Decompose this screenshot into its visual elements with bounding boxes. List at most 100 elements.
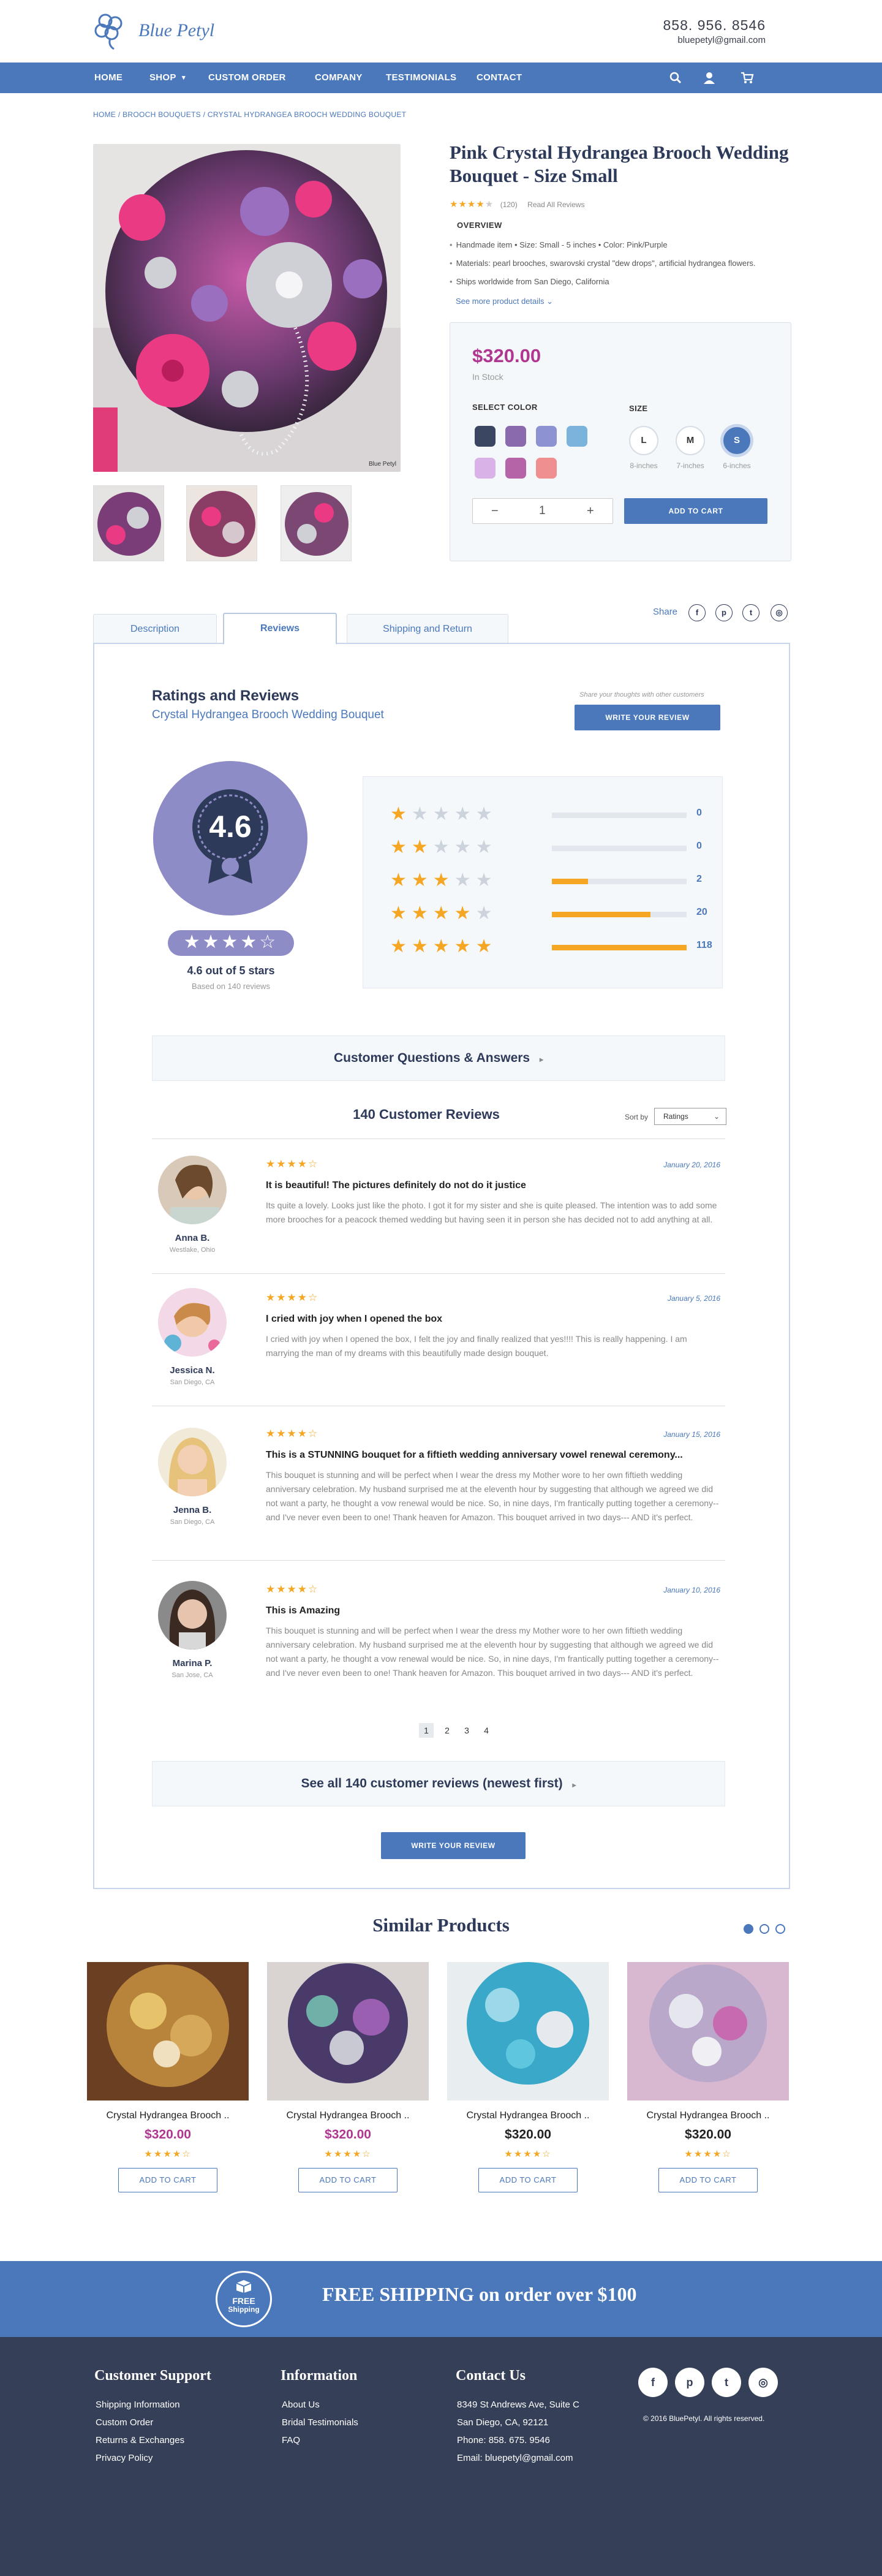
instagram-share-icon[interactable]: ◎ (771, 604, 788, 621)
facebook-share-icon[interactable]: f (688, 604, 706, 621)
reviewer-name: Jenna B. (173, 1505, 212, 1515)
product-title: Pink Crystal Hydrangea Brooch Wedding Bo… (450, 142, 789, 186)
pinterest-share-icon[interactable]: p (715, 604, 733, 621)
instagram-icon[interactable]: ◎ (748, 2368, 778, 2397)
qty-value[interactable]: 1 (539, 499, 546, 523)
sort-select[interactable]: Ratings ⌄ (654, 1108, 726, 1125)
footer-link[interactable]: Returns & Exchanges (96, 2435, 184, 2445)
product-price: $320.00 (472, 345, 541, 366)
twitter-icon[interactable]: t (712, 2368, 741, 2397)
badge-top-text: FREE (232, 2296, 255, 2306)
similar-product-card[interactable]: Crystal Hydrangea Brooch .. $320.00 ★★★★… (87, 1962, 249, 2192)
similar-add-to-cart-button[interactable]: ADD TO CART (298, 2168, 398, 2192)
size-option-l[interactable]: L (629, 426, 658, 455)
header-phone[interactable]: 858. 956. 8546 (663, 17, 766, 34)
qty-minus-button[interactable]: − (491, 499, 499, 523)
size-option-s[interactable]: S (722, 426, 752, 455)
page-2[interactable]: 2 (440, 1723, 454, 1738)
breadcrumb[interactable]: HOME / BROOCH BOUQUETS / CRYSTAL HYDRANG… (93, 110, 406, 119)
footer-link[interactable]: Bridal Testimonials (282, 2417, 358, 2428)
product-thumb-3[interactable] (281, 485, 352, 561)
product-thumb-1[interactable] (93, 485, 164, 561)
size-caption: 6-inches (723, 461, 751, 470)
tab-reviews[interactable]: Reviews (223, 613, 337, 645)
size-option-m[interactable]: M (676, 426, 705, 455)
carousel-dot[interactable] (760, 1924, 769, 1934)
color-swatch[interactable] (505, 458, 526, 479)
read-all-reviews-link[interactable]: Read All Reviews (527, 200, 584, 209)
similar-product-image[interactable] (267, 1962, 429, 2101)
color-swatch[interactable] (475, 458, 496, 479)
similar-product-card[interactable]: Crystal Hydrangea Brooch .. $320.00 ★★★★… (627, 1962, 789, 2192)
similar-add-to-cart-button[interactable]: ADD TO CART (658, 2168, 758, 2192)
add-to-cart-button[interactable]: ADD TO CART (624, 498, 767, 524)
search-icon[interactable] (668, 70, 683, 85)
distribution-row[interactable]: ★★★★★ 0 (390, 838, 702, 857)
carousel-dot[interactable] (744, 1924, 753, 1934)
color-swatch[interactable] (536, 458, 557, 479)
similar-product-name[interactable]: Crystal Hydrangea Brooch .. (267, 2110, 429, 2121)
similar-add-to-cart-button[interactable]: ADD TO CART (478, 2168, 578, 2192)
similar-product-price: $320.00 (505, 2127, 551, 2142)
similar-product-name[interactable]: Crystal Hydrangea Brooch .. (447, 2110, 609, 2121)
avatar (158, 1581, 227, 1650)
tab-description[interactable]: Description (93, 614, 217, 643)
distribution-row[interactable]: ★★★★★ 118 (390, 938, 712, 956)
qty-plus-button[interactable]: + (587, 499, 594, 523)
distribution-row[interactable]: ★★★★★ 20 (390, 904, 707, 923)
nav-shop[interactable]: SHOP (149, 63, 176, 93)
page-4[interactable]: 4 (479, 1723, 494, 1738)
color-swatch[interactable] (505, 426, 526, 447)
similar-add-to-cart-button[interactable]: ADD TO CART (118, 2168, 217, 2192)
cart-icon[interactable] (740, 70, 755, 85)
see-all-reviews-link[interactable]: See all 140 customer reviews (newest fir… (152, 1761, 725, 1806)
distribution-row[interactable]: ★★★★★ 0 (390, 805, 702, 824)
caret-right-icon: ▸ (539, 1055, 543, 1064)
free-shipping-text: FREE SHIPPING on order over $100 (322, 2283, 637, 2305)
divider (152, 1273, 725, 1274)
write-review-button-top[interactable]: WRITE YOUR REVIEW (575, 705, 720, 730)
customer-qa-link[interactable]: Customer Questions & Answers ▸ (152, 1036, 725, 1081)
footer-link[interactable]: Shipping Information (96, 2400, 180, 2410)
similar-product-image[interactable] (87, 1962, 249, 2101)
pinterest-icon[interactable]: p (675, 2368, 704, 2397)
tab-shipping-return[interactable]: Shipping and Return (347, 614, 508, 643)
logo[interactable]: Blue Petyl (92, 9, 214, 53)
color-swatch[interactable] (567, 426, 587, 447)
twitter-share-icon[interactable]: t (742, 604, 760, 621)
header-email[interactable]: bluepetyl@gmail.com (663, 35, 766, 45)
nav-testimonials[interactable]: TESTIMONIALS (386, 63, 456, 93)
distribution-row[interactable]: ★★★★★ 2 (390, 871, 702, 890)
account-icon[interactable] (702, 70, 717, 85)
facebook-icon[interactable]: f (638, 2368, 668, 2397)
footer-link[interactable]: Privacy Policy (96, 2453, 153, 2463)
nav-custom-order[interactable]: CUSTOM ORDER (208, 63, 286, 93)
write-review-button-bottom[interactable]: WRITE YOUR REVIEW (381, 1832, 526, 1859)
similar-product-name[interactable]: Crystal Hydrangea Brooch .. (87, 2110, 249, 2121)
nav-shop-caret-icon[interactable]: ▾ (182, 63, 186, 93)
footer-link[interactable]: About Us (282, 2400, 320, 2410)
similar-product-image[interactable] (627, 1962, 789, 2101)
product-thumb-2[interactable] (186, 485, 257, 561)
carousel-dot[interactable] (775, 1924, 785, 1934)
similar-product-card[interactable]: Crystal Hydrangea Brooch .. $320.00 ★★★★… (447, 1962, 609, 2192)
color-swatch[interactable] (475, 426, 496, 447)
footer-phone[interactable]: Phone: 858. 675. 9546 (457, 2435, 550, 2445)
page-1[interactable]: 1 (419, 1723, 434, 1738)
review-title: This is Amazing (266, 1605, 341, 1616)
footer-link[interactable]: Custom Order (96, 2417, 153, 2428)
nav-contact[interactable]: CONTACT (477, 63, 522, 93)
footer-link[interactable]: FAQ (282, 2435, 300, 2445)
more-details-link[interactable]: See more product details ⌄ (456, 297, 553, 306)
similar-product-name[interactable]: Crystal Hydrangea Brooch .. (627, 2110, 789, 2121)
similar-product-image[interactable] (447, 1962, 609, 2101)
similar-product-card[interactable]: Crystal Hydrangea Brooch .. $320.00 ★★★★… (267, 1962, 429, 2192)
footer-email[interactable]: Email: bluepetyl@gmail.com (457, 2453, 573, 2463)
page-3[interactable]: 3 (459, 1723, 474, 1738)
nav-home[interactable]: HOME (94, 63, 123, 93)
image-caption: Blue Petyl (369, 461, 396, 468)
quantity-stepper: − 1 + (472, 498, 613, 524)
product-main-image[interactable]: Blue Petyl (93, 144, 401, 472)
color-swatch[interactable] (536, 426, 557, 447)
nav-company[interactable]: COMPANY (315, 63, 363, 93)
